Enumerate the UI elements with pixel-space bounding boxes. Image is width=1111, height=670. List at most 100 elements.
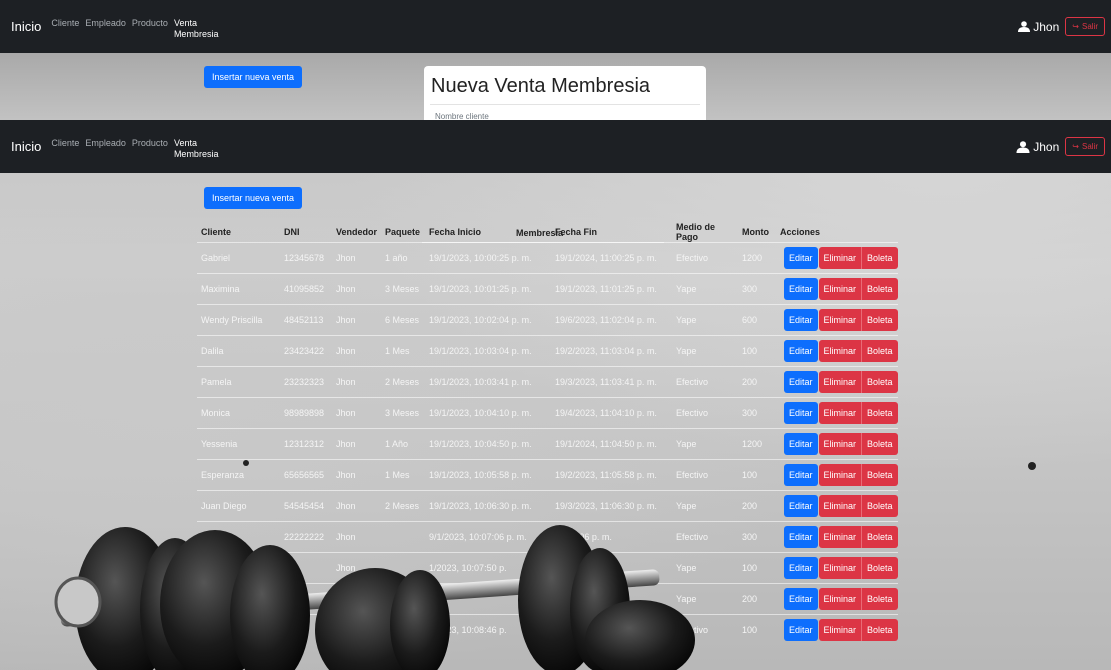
user-menu-ghost[interactable]: Jhon — [1018, 20, 1059, 34]
receipt-button[interactable]: Boleta — [861, 247, 898, 269]
table-row: Wendy Priscilla 48452113 Jhon 6 Meses 19/1/2… — [197, 304, 898, 336]
cell-monto: 100 — [738, 552, 777, 584]
cell-cliente — [197, 583, 280, 615]
receipt-button[interactable]: Boleta — [861, 278, 898, 300]
cell-fecha-fin: 19/1/2023, 11:01:25 p. m. — [551, 273, 673, 305]
logout-button[interactable]: ↪ Salir — [1065, 137, 1105, 156]
cell-monto: 200 — [738, 583, 777, 615]
delete-button[interactable]: Eliminar — [818, 557, 862, 579]
cell-vendedor: Jhon — [332, 242, 382, 274]
user-icon — [1018, 21, 1031, 32]
edit-button[interactable]: Editar — [784, 464, 818, 486]
edit-button[interactable]: Editar — [784, 340, 818, 362]
receipt-button[interactable]: Boleta — [861, 433, 898, 455]
user-menu[interactable]: Jhon — [1016, 140, 1059, 154]
cell-fecha-fin — [551, 583, 673, 615]
nav-link-producto[interactable]: Producto — [132, 138, 168, 148]
delete-button[interactable]: Eliminar — [818, 588, 862, 610]
nav-link-producto-ghost[interactable]: Producto — [132, 18, 168, 28]
cell-cliente — [197, 552, 280, 584]
receipt-button[interactable]: Boleta — [861, 464, 898, 486]
cell-dni: 12312312 — [280, 428, 332, 460]
delete-button[interactable]: Eliminar — [818, 247, 862, 269]
delete-button[interactable]: Eliminar — [818, 526, 862, 548]
receipt-button[interactable]: Boleta — [861, 495, 898, 517]
receipt-button[interactable]: Boleta — [861, 619, 898, 641]
cell-vendedor: Jhon — [332, 490, 382, 522]
logout-button-ghost[interactable]: ↪ Salir — [1065, 17, 1105, 36]
cell-fecha-fin: 7:50 p. m. — [551, 552, 673, 584]
delete-button[interactable]: Eliminar — [818, 495, 862, 517]
cell-monto: 100 — [738, 335, 777, 367]
edit-button[interactable]: Editar — [784, 309, 818, 331]
nav-right: Jhon ↪ Salir — [1016, 120, 1105, 173]
insert-sale-button-ghost[interactable]: Insertar nueva venta — [204, 66, 303, 88]
ghost-layer: Inicio Cliente Empleado Producto Venta M… — [0, 0, 1111, 120]
cell-medio-pago: Efectivo — [672, 614, 739, 645]
nav-link-cliente[interactable]: Cliente — [51, 138, 79, 148]
edit-button[interactable]: Editar — [784, 371, 818, 393]
edit-button[interactable]: Editar — [784, 247, 818, 269]
cell-vendedor: Jhon — [332, 397, 382, 429]
edit-button[interactable]: Editar — [784, 278, 818, 300]
logout-icon: ↪ — [1072, 22, 1079, 31]
receipt-button[interactable]: Boleta — [861, 588, 898, 610]
col-acciones: Acciones — [780, 227, 821, 237]
delete-button[interactable]: Eliminar — [818, 402, 862, 424]
table-row: Yessenia 12312312 Jhon 1 Año 19/1/2023, 10:0… — [197, 428, 898, 460]
receipt-button[interactable]: Boleta — [861, 309, 898, 331]
table-row: Monica 98989898 Jhon 3 Meses 19/1/2023, 10:0… — [197, 397, 898, 429]
col-fecha-inicio: Fecha Inicio — [429, 227, 482, 237]
edit-button[interactable]: Editar — [784, 557, 818, 579]
table-row: 333 Jhon 1/2023, 10:07:50 p. 7:50 p. m. Yape… — [197, 552, 898, 584]
cell-fecha-inicio: 1/2023, 10:07:50 p. — [425, 552, 552, 584]
cell-fecha-inicio: 19/1/2023, 10:04:50 p. m. — [425, 428, 552, 460]
delete-button[interactable]: Eliminar — [818, 309, 862, 331]
cell-dni: 22222222 — [280, 521, 332, 553]
cell-vendedor: Jhon — [332, 552, 382, 584]
nav-link-venta-ghost[interactable]: Venta Membresia — [174, 18, 219, 40]
cell-acciones: Editar Eliminar Boleta — [776, 521, 898, 553]
cell-dni: 7777 — [280, 583, 332, 615]
cell-paquete: 1 año — [381, 242, 426, 274]
delete-button[interactable]: Eliminar — [818, 278, 862, 300]
edit-button[interactable]: Editar — [784, 619, 818, 641]
cell-monto: 300 — [738, 521, 777, 553]
cell-fecha-fin: 19/1/2024, 11:04:50 p. m. — [551, 428, 673, 460]
cell-cliente: Gabriel — [197, 242, 280, 274]
receipt-button[interactable]: Boleta — [861, 340, 898, 362]
edit-button[interactable]: Editar — [784, 402, 818, 424]
nav-link-empleado-ghost[interactable]: Empleado — [85, 18, 126, 28]
delete-button[interactable]: Eliminar — [818, 433, 862, 455]
cell-acciones: Editar Eliminar Boleta — [776, 459, 898, 491]
receipt-button[interactable]: Boleta — [861, 526, 898, 548]
cell-fecha-fin: 19/2/2023, 11:03:04 p. m. — [551, 335, 673, 367]
nav-link-empleado[interactable]: Empleado — [85, 138, 126, 148]
cell-medio-pago: Efectivo — [672, 521, 739, 553]
receipt-button[interactable]: Boleta — [861, 402, 898, 424]
nav-brand[interactable]: Inicio — [11, 139, 41, 154]
delete-button[interactable]: Eliminar — [818, 464, 862, 486]
cell-vendedor: Jhon — [332, 335, 382, 367]
cell-dni — [280, 614, 332, 645]
delete-button[interactable]: Eliminar — [818, 371, 862, 393]
delete-button[interactable]: Eliminar — [818, 340, 862, 362]
delete-button[interactable]: Eliminar — [818, 619, 862, 641]
modal-title: Nueva Venta Membresia — [431, 75, 651, 97]
cell-paquete — [381, 552, 426, 584]
edit-button[interactable]: Editar — [784, 526, 818, 548]
receipt-button[interactable]: Boleta — [861, 557, 898, 579]
col-paquete: Paquete — [385, 227, 421, 237]
receipt-button[interactable]: Boleta — [861, 371, 898, 393]
cell-fecha-inicio: 19/1/2023, 10:01:25 p. m. — [425, 273, 552, 305]
cell-vendedor: Jhon — [332, 304, 382, 336]
edit-button[interactable]: Editar — [784, 433, 818, 455]
cell-cliente: Wendy Priscilla — [197, 304, 280, 336]
edit-button[interactable]: Editar — [784, 495, 818, 517]
insert-sale-button[interactable]: Insertar nueva venta — [204, 187, 303, 209]
navbar-ghost: Inicio Cliente Empleado Producto Venta M… — [0, 0, 1111, 53]
nav-brand-ghost[interactable]: Inicio — [11, 19, 41, 34]
edit-button[interactable]: Editar — [784, 588, 818, 610]
nav-link-venta-membresia[interactable]: Venta Membresia — [174, 138, 219, 160]
nav-link-cliente-ghost[interactable]: Cliente — [51, 18, 79, 28]
